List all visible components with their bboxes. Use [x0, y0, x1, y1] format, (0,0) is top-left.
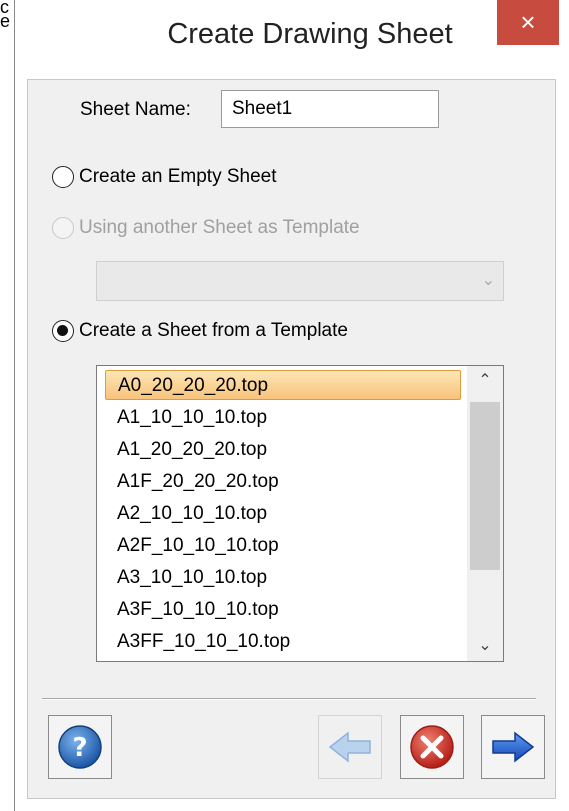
list-item[interactable]: A3F_10_10_10.top — [117, 595, 279, 625]
scroll-down-button[interactable]: ⌄ — [467, 631, 503, 661]
scroll-up-button[interactable]: ⌃ — [467, 366, 503, 396]
list-item[interactable]: A0_20_20_20.top — [105, 370, 461, 400]
background-app: c e — [0, 0, 14, 811]
svg-text:?: ? — [72, 733, 87, 763]
list-item[interactable]: A3_10_10_10.top — [117, 563, 267, 593]
scroll-thumb[interactable] — [470, 402, 500, 570]
sheet-name-label: Sheet Name: — [80, 99, 191, 120]
cancel-icon — [410, 725, 454, 769]
close-button[interactable]: × — [497, 0, 559, 45]
chevron-down-icon: ⌄ — [481, 272, 495, 289]
arrow-right-icon — [492, 731, 535, 763]
help-button[interactable]: ? — [48, 715, 112, 779]
radio-from-template[interactable] — [52, 320, 74, 342]
list-item[interactable]: A2_10_10_10.top — [117, 499, 267, 529]
dialog-title: Create Drawing Sheet — [167, 18, 453, 50]
close-icon: × — [520, 7, 536, 37]
help-icon: ? — [58, 725, 102, 769]
radio-another-sheet — [52, 217, 74, 239]
radio-from-template-label[interactable]: Create a Sheet from a Template — [79, 320, 348, 342]
list-item[interactable]: A1_20_20_20.top — [117, 435, 267, 465]
arrow-left-icon — [328, 731, 371, 763]
cancel-button[interactable] — [400, 715, 464, 779]
title-bar: Create Drawing Sheet × — [15, 0, 569, 78]
vertical-scrollbar[interactable]: ⌃ ⌄ — [467, 366, 503, 661]
radio-empty-sheet[interactable] — [52, 166, 74, 188]
sheet-name-input[interactable]: Sheet1 — [221, 90, 439, 128]
create-drawing-sheet-dialog: Create Drawing Sheet × Sheet Name: Sheet… — [14, 0, 569, 811]
radio-empty-sheet-label[interactable]: Create an Empty Sheet — [79, 166, 277, 188]
template-sheet-combo: ⌄ — [96, 261, 504, 301]
radio-selected-dot — [57, 325, 68, 336]
list-item[interactable]: A1F_20_20_20.top — [117, 467, 279, 497]
list-item[interactable]: A2F_10_10_10.top — [117, 531, 279, 561]
list-item[interactable]: A1_10_10_10.top — [117, 403, 267, 433]
back-button[interactable] — [318, 715, 382, 779]
radio-another-sheet-label: Using another Sheet as Template — [79, 217, 360, 238]
separator — [42, 698, 536, 700]
next-button[interactable] — [481, 715, 545, 779]
dialog-body: Sheet Name: Sheet1 Create an Empty Sheet… — [27, 79, 556, 799]
background-text: c e — [0, 0, 11, 31]
template-listbox[interactable]: A0_20_20_20.top A1_10_10_10.top A1_20_20… — [96, 365, 504, 662]
list-item[interactable]: A3FF_10_10_10.top — [117, 627, 290, 657]
